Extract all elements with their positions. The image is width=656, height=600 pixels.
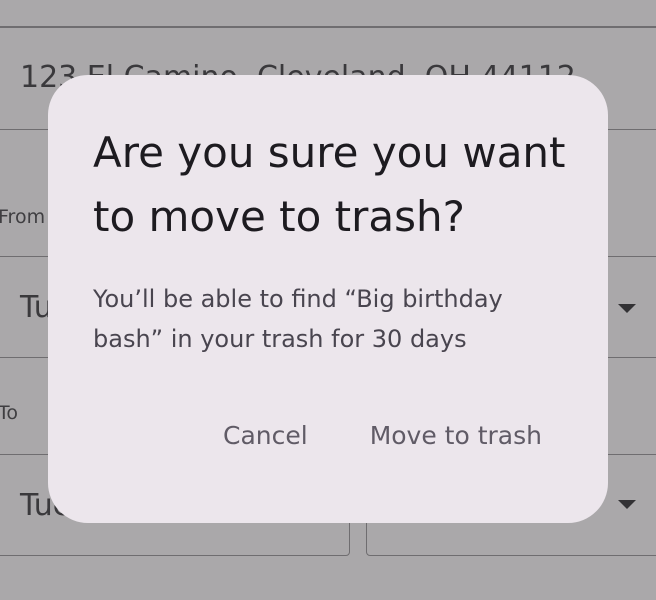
top-field	[0, 0, 656, 28]
confirm-trash-dialog: Are you sure you want to move to trash? …	[48, 75, 608, 523]
dialog-title: Are you sure you want to move to trash?	[93, 128, 566, 241]
dialog-message: You’ll be able to find “Big birthday bas…	[93, 285, 503, 353]
from-label: From	[0, 206, 46, 228]
arrow-drop-down-icon[interactable]	[618, 500, 636, 509]
dialog-actions: Cancel Move to trash	[223, 421, 542, 450]
move-to-trash-button[interactable]: Move to trash	[370, 421, 542, 450]
arrow-drop-down-icon[interactable]	[618, 304, 636, 313]
cancel-button[interactable]: Cancel	[223, 421, 308, 450]
to-label: To	[0, 402, 19, 424]
